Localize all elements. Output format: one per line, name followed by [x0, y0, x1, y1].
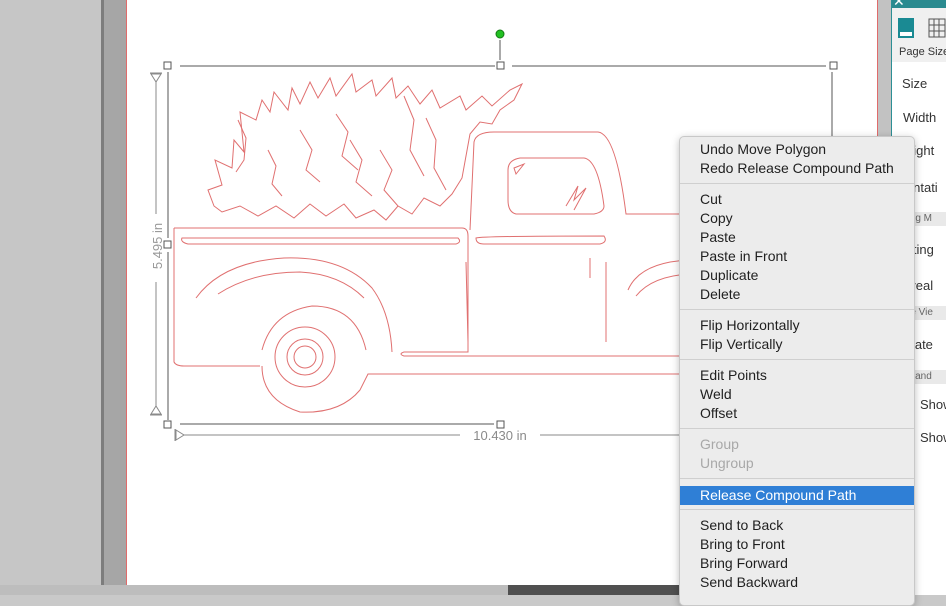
menu-separator: [680, 478, 914, 479]
page-setup-icon[interactable]: [898, 18, 914, 38]
context-menu: Undo Move Polygon Redo Release Compound …: [679, 136, 915, 606]
menu-item-flip-horizontally[interactable]: Flip Horizontally: [680, 316, 914, 335]
height-dimension-label: 5.495 in: [150, 223, 165, 269]
menu-item-undo[interactable]: Undo Move Polygon: [680, 140, 914, 159]
menu-item-edit-points[interactable]: Edit Points: [680, 366, 914, 385]
handle-top-right[interactable]: [829, 61, 838, 70]
handle-middle-left[interactable]: [163, 240, 172, 249]
menu-item-send-to-back[interactable]: Send to Back: [680, 516, 914, 535]
menu-item-ungroup: Ungroup: [700, 455, 754, 471]
grid-icon[interactable]: [928, 18, 946, 38]
handle-top-middle[interactable]: [496, 61, 505, 70]
menu-item-paste[interactable]: Paste: [680, 228, 914, 247]
menu-item-bring-to-front[interactable]: Bring to Front: [680, 535, 914, 554]
menu-item-cut[interactable]: Cut: [680, 190, 914, 209]
menu-item-redo[interactable]: Redo Release Compound Path: [680, 159, 914, 178]
menu-separator: [680, 509, 914, 510]
menu-item-group: Group: [700, 436, 739, 452]
menu-item-duplicate[interactable]: Duplicate: [680, 266, 914, 285]
menu-item-offset[interactable]: Offset: [680, 404, 914, 423]
size-label: Size: [902, 76, 928, 91]
width-dimension-line: [174, 429, 680, 441]
menu-separator: [680, 428, 914, 429]
menu-item-flip-vertically[interactable]: Flip Vertically: [680, 335, 914, 354]
panel-tabs: Page Size: [892, 8, 946, 62]
show-label-1: Show: [920, 397, 946, 412]
truck-cut-path: [173, 72, 691, 413]
handle-bottom-left[interactable]: [163, 420, 172, 429]
menu-separator: [680, 183, 914, 184]
menu-item-delete[interactable]: Delete: [680, 285, 914, 304]
width-dimension-label: 10.430 in: [473, 428, 527, 443]
close-icon[interactable]: ✕: [893, 0, 905, 8]
menu-separator: [680, 309, 914, 310]
show-label-2: Show: [920, 430, 946, 445]
menu-item-paste-in-front[interactable]: Paste in Front: [680, 247, 914, 266]
tab-page-size[interactable]: Page Size: [899, 46, 946, 58]
menu-item-send-backward[interactable]: Send Backward: [680, 573, 914, 592]
panel-header: ✕: [892, 0, 946, 8]
menu-separator: [680, 359, 914, 360]
handle-top-left[interactable]: [163, 61, 172, 70]
rotate-handle-icon[interactable]: [495, 29, 505, 39]
width-label: Width: [903, 110, 937, 125]
menu-item-copy[interactable]: Copy: [680, 209, 914, 228]
menu-item-release-compound-path[interactable]: Release Compound Path: [680, 486, 914, 505]
handle-bottom-middle[interactable]: [496, 420, 505, 429]
menu-item-weld[interactable]: Weld: [680, 385, 914, 404]
menu-item-bring-forward[interactable]: Bring Forward: [680, 554, 914, 573]
